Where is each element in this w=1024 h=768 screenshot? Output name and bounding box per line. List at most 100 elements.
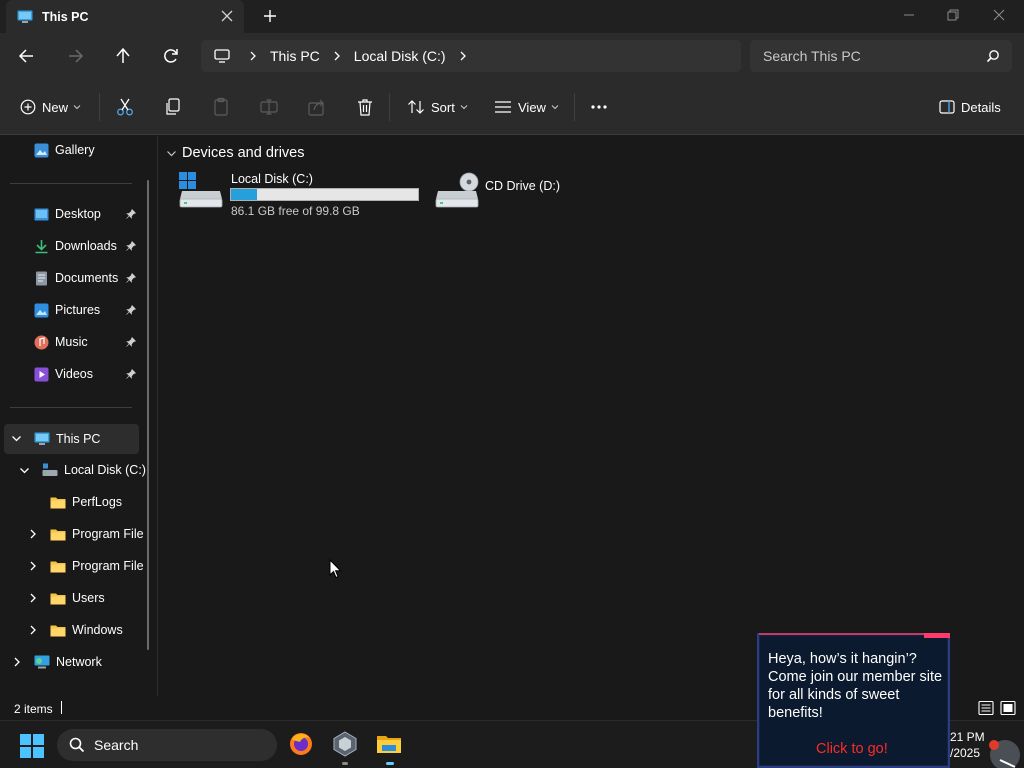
minimize-icon[interactable] [902, 8, 916, 22]
sidebar-item-windows[interactable]: Windows [50, 618, 123, 642]
active-indicator [386, 762, 394, 765]
new-tab-icon[interactable] [262, 8, 278, 24]
sidebar-item-program-files[interactable]: Program File [50, 522, 144, 546]
sidebar-item-gallery[interactable]: Gallery [34, 138, 95, 162]
popup-link[interactable]: Click to go! [816, 741, 888, 757]
chevron-right-icon[interactable] [248, 51, 258, 61]
sidebar-item-label: Downloads [55, 239, 117, 253]
pin-icon[interactable] [126, 241, 136, 251]
details-view-icon[interactable] [978, 700, 994, 716]
cut-icon[interactable] [116, 97, 134, 117]
forward-icon[interactable] [65, 46, 85, 66]
sidebar-item-label: This PC [56, 432, 101, 446]
running-indicator [342, 762, 348, 765]
drive-icon [42, 463, 58, 476]
sidebar-item-local-disk[interactable]: Local Disk (C:) [42, 458, 146, 482]
sidebar-scrollbar[interactable] [147, 180, 149, 650]
pin-icon[interactable] [126, 337, 136, 347]
sidebar-item-users[interactable]: Users [50, 586, 105, 610]
search-icon[interactable] [986, 49, 1000, 63]
navigation-pane: Gallery Desktop Downloads Documents Pict… [0, 136, 157, 696]
tiles-view-icon[interactable] [1000, 700, 1016, 716]
search-box[interactable]: Search This PC [750, 40, 1012, 72]
breadcrumb-this-pc[interactable]: This PC [270, 48, 320, 64]
robot-icon[interactable] [985, 735, 1024, 768]
chevron-right-icon[interactable] [458, 51, 468, 61]
view-label: View [518, 99, 546, 115]
close-window-icon[interactable] [992, 8, 1006, 22]
delete-icon[interactable] [356, 97, 374, 117]
app-icon[interactable] [331, 730, 359, 758]
close-tab-icon[interactable] [220, 9, 234, 23]
desktop-icon [34, 208, 49, 220]
chevron-down-icon[interactable] [11, 433, 22, 444]
divider [574, 93, 575, 121]
pin-icon[interactable] [126, 209, 136, 219]
more-options-icon[interactable] [590, 97, 608, 117]
plus-circle-icon [20, 99, 36, 115]
details-button[interactable]: Details [939, 97, 1001, 117]
restore-icon[interactable] [946, 8, 960, 22]
search-input[interactable]: Search This PC [763, 48, 861, 64]
title-bar: This PC [0, 0, 1024, 33]
this-pc-icon [34, 432, 50, 445]
sidebar-item-label: Users [72, 591, 105, 605]
pin-icon[interactable] [126, 273, 136, 283]
paste-icon[interactable] [212, 97, 230, 117]
drive-local-disk-c[interactable]: Local Disk (C:) 86.1 GB free of 99.8 GB [178, 170, 422, 218]
chevron-right-icon[interactable] [28, 529, 38, 539]
sidebar-item-program-files-x86[interactable]: Program File [50, 554, 144, 578]
tab-title: This PC [42, 9, 89, 24]
firefox-icon[interactable] [287, 730, 315, 758]
drive-cd-d[interactable]: CD Drive (D:) [434, 170, 584, 212]
chevron-right-icon[interactable] [28, 625, 38, 635]
taskbar-search[interactable]: Search [57, 729, 277, 761]
download-icon [35, 239, 48, 253]
taskbar-search-label: Search [94, 737, 139, 753]
copy-icon[interactable] [164, 97, 182, 117]
sidebar-item-label: Desktop [55, 207, 101, 221]
rename-icon[interactable] [260, 97, 278, 117]
sidebar-item-network[interactable]: Network [34, 650, 102, 674]
sort-icon [408, 100, 424, 114]
sidebar-item-label: PerfLogs [72, 495, 123, 509]
chevron-right-icon[interactable] [28, 593, 38, 603]
mouse-cursor-icon [329, 559, 342, 579]
drive-name: CD Drive (D:) [485, 179, 560, 193]
group-header-devices[interactable]: Devices and drives [166, 145, 305, 161]
pin-icon[interactable] [126, 305, 136, 315]
divider [99, 93, 100, 121]
back-icon[interactable] [17, 46, 37, 66]
breadcrumb-local-disk[interactable]: Local Disk (C:) [354, 48, 446, 64]
popup-close-button[interactable] [924, 633, 950, 638]
sidebar-item-label: Documents [55, 271, 119, 285]
sidebar-item-this-pc[interactable]: This PC [34, 427, 100, 451]
new-button[interactable]: New [20, 97, 81, 117]
chevron-right-icon[interactable] [332, 51, 342, 61]
view-button[interactable]: View [494, 97, 559, 117]
address-bar[interactable]: This PC Local Disk (C:) [201, 40, 741, 72]
sidebar-item-label: Windows [72, 623, 123, 637]
sidebar-item-perflogs[interactable]: PerfLogs [50, 490, 122, 514]
chevron-down-icon[interactable] [19, 465, 30, 476]
content-pane: Devices and drives Local Disk (C:) 86.1 … [158, 136, 1024, 696]
start-icon[interactable] [20, 734, 44, 758]
monitor-icon [214, 49, 230, 63]
details-label: Details [961, 99, 1001, 115]
chevron-down-icon [460, 105, 468, 110]
divider [10, 183, 132, 184]
sort-button[interactable]: Sort [407, 97, 468, 117]
share-icon[interactable] [308, 97, 326, 117]
up-icon[interactable] [113, 46, 133, 66]
chevron-right-icon[interactable] [28, 561, 38, 571]
pin-icon[interactable] [126, 369, 136, 379]
system-clock[interactable]: 21 PM /2025 [950, 729, 985, 761]
tab-this-pc[interactable]: This PC [6, 0, 244, 33]
chevron-right-icon[interactable] [12, 657, 22, 667]
file-explorer-icon[interactable] [375, 730, 403, 758]
search-icon [69, 737, 85, 753]
drive-name: Local Disk (C:) [231, 172, 313, 186]
sidebar-item-label: Program File [72, 527, 144, 541]
promo-popup[interactable]: Heya, how’s it hangin’? Come join our me… [757, 633, 950, 768]
refresh-icon[interactable] [161, 46, 181, 66]
